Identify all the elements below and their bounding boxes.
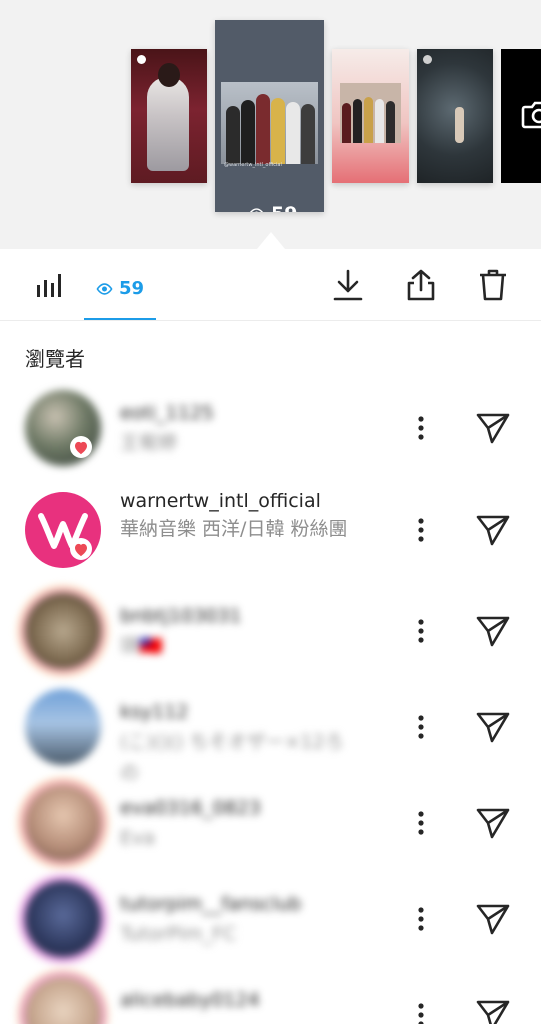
more-options-button[interactable] [406, 899, 436, 939]
viewer-username[interactable]: bnbtj103031 [120, 605, 241, 627]
story-toolbar: 59 [0, 249, 541, 321]
more-vertical-icon [418, 416, 424, 440]
story-thumbnail[interactable]: 66 [131, 49, 207, 183]
send-message-button[interactable] [472, 802, 514, 844]
viewer-username[interactable]: eva0316_0823 [120, 797, 261, 819]
story-image [455, 107, 464, 143]
viewer-username[interactable]: tutorpim__fansclub [120, 893, 301, 915]
heart-icon [70, 436, 92, 458]
avatar[interactable] [25, 689, 101, 765]
viewer-fullname: Eva [120, 827, 155, 849]
story-thumbnail-selected[interactable]: @warnertw_intl_official 59 [215, 20, 324, 212]
avatar[interactable] [25, 492, 101, 568]
eye-icon [249, 208, 264, 212]
more-vertical-icon [418, 1003, 424, 1024]
send-message-button[interactable] [472, 610, 514, 652]
viewer-fullname: TutorPim_FC [120, 923, 237, 945]
viewer-row[interactable]: eva0316_0823 Eva [0, 775, 541, 871]
viewer-fullname: 王宥婷 [120, 432, 178, 454]
more-options-button[interactable] [406, 408, 436, 448]
send-icon [476, 808, 510, 839]
send-message-button[interactable] [472, 706, 514, 748]
story-thumbnail-strip[interactable]: 66 @warnertw_intl_official 59 [0, 0, 541, 249]
delete-button[interactable] [473, 265, 513, 305]
viewer-username[interactable]: warnertw_intl_official [120, 490, 321, 512]
story-viewers-screen: 66 @warnertw_intl_official 59 [0, 0, 541, 1024]
trash-icon [480, 269, 506, 301]
viewer-row[interactable]: ksy112 (こ)()() ちそオザー×12ろの [0, 679, 541, 784]
viewer-row[interactable]: alicebaby0124 [0, 967, 541, 1024]
active-tab-indicator [84, 318, 156, 320]
more-vertical-icon [418, 907, 424, 931]
avatar[interactable] [25, 390, 101, 466]
more-vertical-icon [418, 518, 424, 542]
more-vertical-icon [418, 619, 424, 643]
viewer-fullname: 琪🇹🇼 [120, 635, 163, 657]
viewer-row[interactable]: warnertw_intl_official 華納音樂 西洋/日韓 粉絲團 [0, 482, 541, 578]
story-image-detail [158, 63, 180, 87]
avatar[interactable] [25, 785, 101, 861]
selected-story-pointer [257, 232, 285, 249]
share-button[interactable] [401, 265, 441, 305]
send-icon [476, 904, 510, 935]
send-message-button[interactable] [472, 407, 514, 449]
avatar[interactable] [25, 881, 101, 957]
more-options-button[interactable] [406, 995, 436, 1024]
viewer-row[interactable]: tutorpim__fansclub TutorPim_FC [0, 871, 541, 967]
add-story-camera-thumbnail[interactable] [501, 49, 541, 183]
viewer-row[interactable]: bnbtj103031 琪🇹🇼 [0, 583, 541, 679]
eye-icon [96, 282, 113, 295]
send-message-button[interactable] [472, 994, 514, 1024]
story-image [147, 77, 189, 171]
viewer-row[interactable]: eoti_1125 王宥婷 [0, 380, 541, 476]
more-options-button[interactable] [406, 707, 436, 747]
story-image [221, 82, 318, 164]
warner-logo-icon [38, 513, 88, 549]
send-icon [476, 1000, 510, 1024]
profile-dot [137, 55, 146, 64]
story-thumbnail[interactable]: 31 [332, 49, 409, 183]
viewer-username[interactable]: alicebaby0124 [120, 989, 260, 1011]
avatar[interactable] [25, 977, 101, 1024]
send-icon [476, 712, 510, 743]
heart-icon [70, 538, 92, 560]
send-message-button[interactable] [472, 898, 514, 940]
more-options-button[interactable] [406, 611, 436, 651]
viewer-username[interactable]: ksy112 [120, 701, 188, 723]
bar-chart-icon [37, 274, 61, 297]
send-icon [476, 515, 510, 546]
tab-insights[interactable] [23, 263, 73, 307]
more-options-button[interactable] [406, 510, 436, 550]
viewer-username[interactable]: eoti_1125 [120, 402, 214, 424]
viewers-section-title: 瀏覽者 [25, 347, 85, 371]
more-options-button[interactable] [406, 803, 436, 843]
story-thumbnail[interactable]: 28 [417, 49, 493, 183]
camera-icon [521, 101, 541, 129]
story-image [340, 83, 401, 143]
avatar[interactable] [25, 593, 101, 669]
story-view-count: 59 [248, 203, 297, 212]
more-vertical-icon [418, 811, 424, 835]
send-message-button[interactable] [472, 509, 514, 551]
send-icon [476, 413, 510, 444]
view-count-text: 59 [271, 203, 297, 212]
more-vertical-icon [418, 715, 424, 739]
profile-dot [423, 55, 432, 64]
send-icon [476, 616, 510, 647]
download-button[interactable] [328, 265, 368, 305]
tab-viewers[interactable]: 59 [84, 257, 156, 320]
viewer-count: 59 [118, 278, 145, 299]
story-caption: @warnertw_intl_official [224, 162, 282, 168]
viewer-fullname: 華納音樂 西洋/日韓 粉絲團 [120, 518, 348, 540]
download-icon [333, 269, 363, 301]
share-icon [407, 269, 435, 301]
